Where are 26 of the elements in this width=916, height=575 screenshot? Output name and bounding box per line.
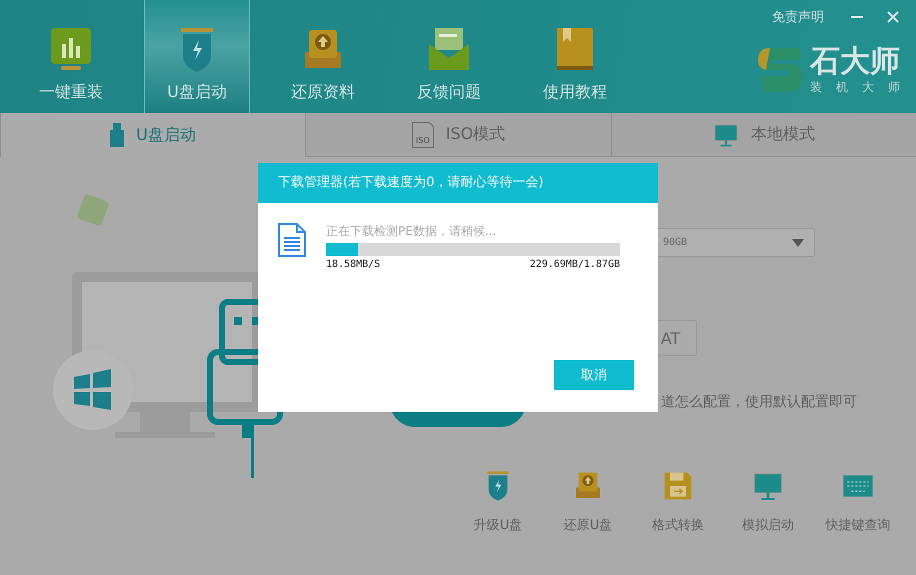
disclaimer-link[interactable]: 免责声明 xyxy=(772,8,824,26)
iso-file-icon: ISO xyxy=(412,122,434,148)
logo-tagline: 装机大师 xyxy=(810,78,914,96)
speed-text: 18.58MB/S xyxy=(326,259,380,270)
status-text: 正在下载检测PE数据，请稍候... xyxy=(326,223,498,240)
logo-name: 石大师 xyxy=(810,44,900,78)
tool-button[interactable]: 还原U盘 xyxy=(543,470,633,534)
mode-tab[interactable]: 本地模式 xyxy=(611,113,916,157)
caret-icon xyxy=(792,238,804,246)
nav-tab[interactable]: 还原资料 xyxy=(270,0,376,113)
tool-button[interactable]: 快捷键查询 xyxy=(813,470,903,534)
nav-tab[interactable]: U盘启动 xyxy=(144,0,250,113)
usb-stick-icon xyxy=(110,123,124,147)
progress-text: 229.69MB/1.87GB xyxy=(530,259,620,270)
mode-tab[interactable]: ISO ISO模式 xyxy=(305,113,611,157)
tool-button[interactable]: 格式转换 xyxy=(633,470,723,534)
tool-button[interactable]: 升级U盘 xyxy=(453,470,543,534)
dialog-title: 下载管理器(若下载速度为0，请耐心等待一会) xyxy=(258,163,658,203)
hint-text: 道怎么配置，使用默认配置即可 xyxy=(661,393,857,411)
close-icon[interactable] xyxy=(886,10,900,24)
cancel-button[interactable]: 取消 xyxy=(554,360,634,390)
tool-button[interactable]: 模拟启动 xyxy=(723,470,813,534)
nav-tab[interactable]: 一键重装 xyxy=(18,0,124,113)
nav-tab[interactable]: 使用教程 xyxy=(522,0,628,113)
document-icon xyxy=(278,223,306,257)
nav-tab[interactable]: 反馈问题 xyxy=(396,0,502,113)
